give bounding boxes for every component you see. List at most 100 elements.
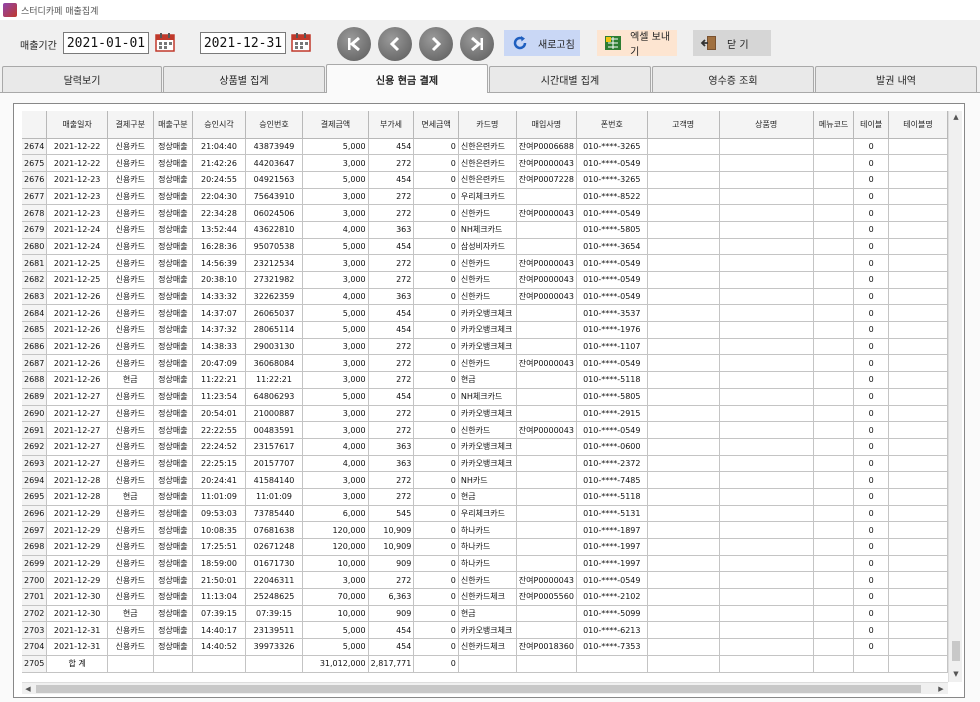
tab-credit-cash-payment[interactable]: 신용 현금 결제 — [326, 64, 488, 93]
table-row[interactable]: 2682 2021-12-25 신용카드 정상매출 20:38:10 27321982 3,… — [22, 271, 948, 289]
table-row[interactable]: 2691 2021-12-27 신용카드 정상매출 22:22:55 00483591 3,… — [22, 421, 948, 439]
scroll-down-arrow-icon[interactable]: ▼ — [950, 668, 962, 680]
table-row[interactable]: 2693 2021-12-27 신용카드 정상매출 22:25:15 20157707 4,… — [22, 455, 948, 473]
scroll-left-arrow-icon[interactable]: ◀ — [22, 683, 34, 695]
first-page-button[interactable] — [337, 27, 371, 61]
cell-approval-time: 07:39:15 — [192, 605, 246, 623]
table-row[interactable]: 2685 2021-12-26 신용카드 정상매출 14:37:32 28065114 5,… — [22, 321, 948, 339]
table-row[interactable]: 2704 2021-12-31 신용카드 정상매출 14:40:52 39973326 5,… — [22, 638, 948, 656]
cell-product-name — [719, 238, 814, 256]
cell-product-name — [719, 204, 814, 222]
cell-payment-type: 신용카드 — [107, 638, 154, 656]
tab-hourly-summary[interactable]: 시간대별 집계 — [489, 66, 651, 92]
column-header-product-name[interactable]: 상품명 — [719, 111, 814, 139]
table-row[interactable]: 2686 2021-12-26 신용카드 정상매출 14:38:33 29003130 3,… — [22, 338, 948, 356]
tab-ticket-history[interactable]: 발권 내역 — [815, 66, 977, 92]
column-header-phone-number[interactable]: 폰번호 — [576, 111, 648, 139]
cell-payment-amount: 4,000 — [302, 455, 369, 473]
cell-customer-name — [647, 138, 720, 156]
table-row[interactable]: 2687 2021-12-26 신용카드 정상매출 20:47:09 36068084 3,… — [22, 354, 948, 373]
column-header-card-name[interactable]: 카드명 — [458, 111, 517, 139]
end-date-input[interactable]: 2021-12-31 — [200, 32, 286, 54]
table-row[interactable]: 2677 2021-12-23 신용카드 정상매출 22:04:30 75643910 3,… — [22, 188, 948, 206]
table-row[interactable]: 2678 2021-12-23 신용카드 정상매출 22:34:28 06024506 3,… — [22, 204, 948, 222]
cell-tax-free-amount: 0 — [413, 138, 459, 156]
cell-sale-type: 정상매출 — [153, 571, 194, 590]
table-row[interactable]: 2702 2021-12-30 현금 정상매출 07:39:15 07:39:15 10,0… — [22, 605, 948, 623]
column-header-approval-number[interactable]: 승인번호 — [245, 111, 304, 139]
table-row[interactable]: 2694 2021-12-28 신용카드 정상매출 20:24:41 41584140 3,… — [22, 471, 948, 489]
cell-sale-type: 정상매출 — [153, 621, 194, 640]
calendar-icon[interactable] — [290, 31, 312, 53]
column-header-row-number[interactable] — [22, 111, 48, 139]
table-row[interactable]: 2688 2021-12-26 현금 정상매출 11:22:21 11:22:21 3,00… — [22, 371, 948, 389]
horizontal-scrollbar[interactable]: ◀ ▶ — [22, 682, 948, 694]
cell-tax-free-amount: 0 — [413, 571, 459, 590]
table-row[interactable]: 2698 2021-12-29 신용카드 정상매출 17:25:51 02671248 12… — [22, 538, 948, 556]
tab-product-summary[interactable]: 상품별 집계 — [163, 66, 325, 92]
table-row[interactable]: 2684 2021-12-26 신용카드 정상매출 14:37:07 26065037 5,… — [22, 304, 948, 323]
tab-calendar-view[interactable]: 달력보기 — [2, 66, 162, 92]
column-header-acquirer-name[interactable]: 매입사명 — [516, 111, 577, 139]
total-cell-tax-free-amount: 0 — [413, 655, 459, 673]
table-row[interactable]: 2697 2021-12-29 신용카드 정상매출 10:08:35 07681638 12… — [22, 521, 948, 539]
calendar-icon[interactable] — [154, 31, 176, 53]
column-header-vat[interactable]: 부가세 — [368, 111, 415, 139]
cell-approval-time: 13:52:44 — [192, 221, 246, 239]
table-row[interactable]: 2674 2021-12-22 신용카드 정상매출 21:04:40 43873949 5,… — [22, 138, 948, 156]
column-header-approval-time[interactable]: 승인시각 — [192, 111, 246, 139]
table-row[interactable]: 2676 2021-12-23 신용카드 정상매출 20:24:55 04921563 5,… — [22, 171, 948, 189]
table-row[interactable]: 2692 2021-12-27 신용카드 정상매출 22:24:52 23157617 4,… — [22, 438, 948, 456]
excel-export-button[interactable]: 엑셀 보내기 — [597, 30, 677, 58]
column-header-sale-type[interactable]: 매출구분 — [153, 111, 194, 139]
cell-tax-free-amount: 0 — [413, 221, 459, 239]
cell-card-name: 신한카드체크 — [458, 588, 517, 606]
horizontal-scroll-thumb[interactable] — [36, 685, 921, 693]
column-header-customer-name[interactable]: 고객명 — [647, 111, 720, 139]
table-row[interactable]: 2695 2021-12-28 현금 정상매출 11:01:09 11:01:09 3,00… — [22, 488, 948, 506]
table-row[interactable]: 2701 2021-12-30 신용카드 정상매출 11:13:04 25248625 70… — [22, 588, 948, 606]
start-date-input[interactable]: 2021-01-01 — [63, 32, 149, 54]
cell-payment-type: 신용카드 — [107, 621, 154, 640]
table-row[interactable]: 2683 2021-12-26 신용카드 정상매출 14:33:32 32262359 4,… — [22, 288, 948, 306]
prev-page-button[interactable] — [378, 27, 412, 61]
vertical-scroll-thumb[interactable] — [952, 641, 960, 661]
cell-acquirer-name: 잔여P0000043 — [516, 354, 577, 373]
table-row[interactable]: 2696 2021-12-29 신용카드 정상매출 09:53:03 73785440 6,… — [22, 505, 948, 523]
table-row[interactable]: 2679 2021-12-24 신용카드 정상매출 13:52:44 43622810 4,… — [22, 221, 948, 239]
scroll-right-arrow-icon[interactable]: ▶ — [935, 683, 947, 695]
refresh-button[interactable]: 새로고침 — [504, 30, 580, 56]
cell-payment-amount: 70,000 — [302, 588, 369, 606]
column-header-tax-free-amount[interactable]: 면세금액 — [413, 111, 459, 139]
column-header-sale-date[interactable]: 매출일자 — [46, 111, 108, 139]
cell-approval-time: 11:01:09 — [192, 488, 246, 506]
column-header-menu-code[interactable]: 메뉴코드 — [813, 111, 855, 139]
last-page-button[interactable] — [460, 27, 494, 61]
close-button[interactable]: 닫 기 — [693, 30, 771, 56]
table-row[interactable]: 2680 2021-12-24 신용카드 정상매출 16:28:36 95070538 5,… — [22, 238, 948, 256]
table-row[interactable]: 2681 2021-12-25 신용카드 정상매출 14:56:39 23212534 3,… — [22, 254, 948, 272]
vertical-scrollbar[interactable]: ▲ ▼ — [948, 111, 962, 682]
cell-acquirer-name: 잔여P0000043 — [516, 421, 577, 439]
scroll-up-arrow-icon[interactable]: ▲ — [950, 111, 962, 123]
total-cell-product-name — [719, 655, 814, 673]
cell-row-number: 2678 — [22, 204, 48, 222]
cell-vat: 272 — [368, 204, 415, 222]
table-row[interactable]: 2700 2021-12-29 신용카드 정상매출 21:50:01 22046311 3,… — [22, 571, 948, 590]
column-header-table-number[interactable]: 테이블 — [853, 111, 889, 139]
cell-approval-time: 20:38:10 — [192, 271, 246, 289]
cell-table-name — [888, 588, 948, 606]
cell-table-number: 0 — [853, 505, 889, 523]
table-row[interactable]: 2699 2021-12-29 신용카드 정상매출 18:59:00 01671730 10… — [22, 555, 948, 573]
column-header-payment-type[interactable]: 결제구분 — [107, 111, 154, 139]
column-header-table-name[interactable]: 테이블명 — [888, 111, 948, 139]
table-row[interactable]: 2690 2021-12-27 신용카드 정상매출 20:54:01 21000887 3,… — [22, 405, 948, 423]
table-row[interactable]: 2689 2021-12-27 신용카드 정상매출 11:23:54 64806293 5,… — [22, 388, 948, 406]
next-page-button[interactable] — [419, 27, 453, 61]
table-row[interactable]: 2703 2021-12-31 신용카드 정상매출 14:40:17 23139511 5,… — [22, 621, 948, 640]
cell-sale-type: 정상매출 — [153, 188, 194, 206]
tab-receipt-lookup[interactable]: 영수증 조회 — [652, 66, 814, 92]
column-header-payment-amount[interactable]: 결제금액 — [302, 111, 369, 139]
table-row[interactable]: 2675 2021-12-22 신용카드 정상매출 21:42:26 44203647 3,… — [22, 154, 948, 172]
cell-customer-name — [647, 271, 720, 289]
